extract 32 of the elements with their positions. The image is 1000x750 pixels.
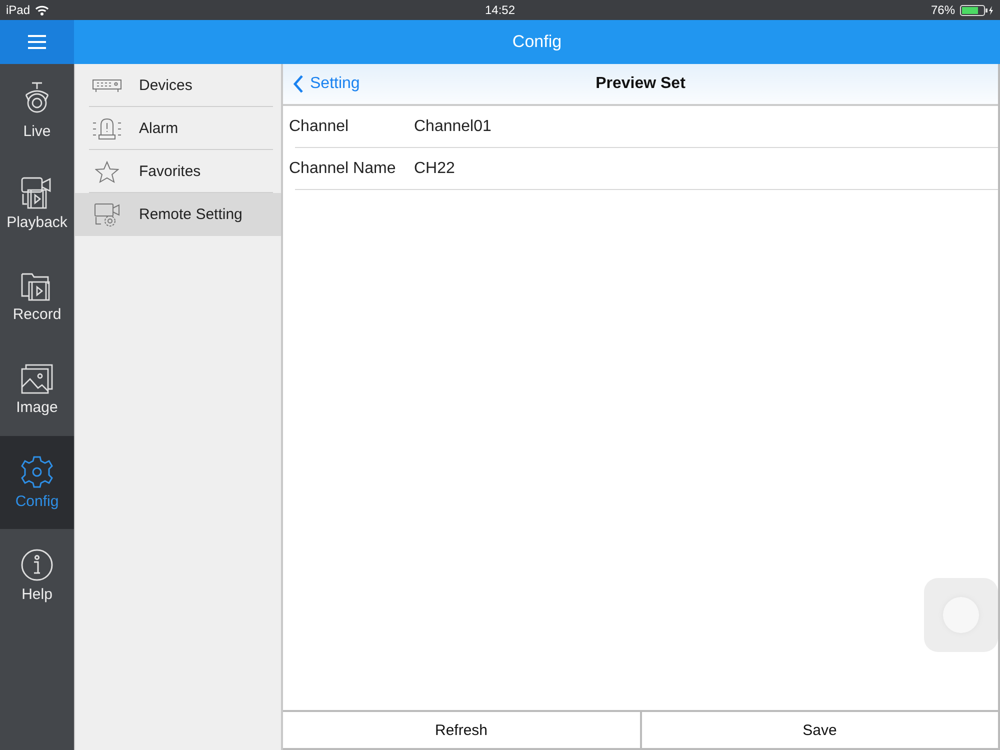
field-value: Channel01	[414, 118, 492, 136]
chevron-left-icon	[293, 75, 304, 93]
battery-charging-icon	[960, 4, 994, 16]
field-label: Channel Name	[289, 160, 397, 178]
nav-tab[interactable]: Record	[0, 250, 74, 343]
menu-item[interactable]: Favorites	[75, 150, 281, 193]
menu-icon	[28, 35, 46, 49]
battery-percent: 76%	[930, 3, 955, 17]
settings-icon	[20, 455, 54, 489]
status-time: 14:52	[484, 3, 516, 17]
field-label: Channel	[289, 118, 350, 136]
menu-item[interactable]: Devices	[75, 64, 281, 107]
panel-title: Preview Set	[596, 75, 686, 93]
nav-tab[interactable]: Playback	[0, 157, 74, 250]
header-title: Config	[512, 32, 562, 52]
star-icon	[95, 160, 119, 182]
picture-icon	[20, 363, 54, 395]
info-icon	[20, 548, 54, 582]
camera-settings-icon	[93, 202, 121, 228]
nav-tab[interactable]: Live	[0, 64, 74, 157]
field-value: CH22	[414, 160, 455, 178]
nav-tab[interactable]: Config	[0, 436, 74, 529]
menu-item[interactable]: Remote Setting	[75, 193, 281, 236]
back-button[interactable]: Setting	[283, 75, 370, 93]
nav-tab[interactable]: Image	[0, 343, 74, 436]
menu-item[interactable]: Alarm	[75, 107, 281, 150]
alarm-light-icon	[91, 116, 123, 140]
recorder-device-icon	[92, 78, 122, 92]
menu-button[interactable]	[0, 20, 74, 64]
nav-tab[interactable]: Help	[0, 529, 74, 622]
wifi-icon	[35, 4, 50, 16]
carrier-label: iPad	[6, 3, 30, 17]
